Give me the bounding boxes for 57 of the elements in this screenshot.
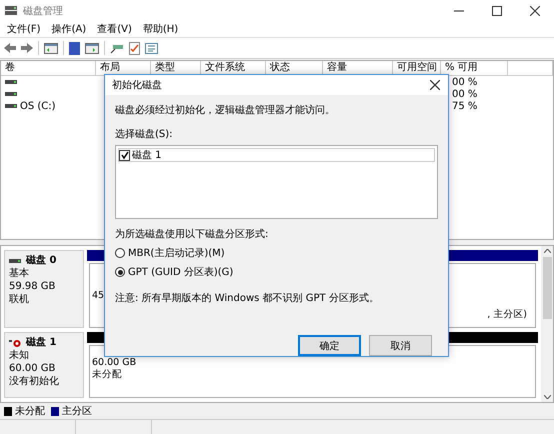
partition-text: 45 — [92, 290, 104, 302]
note-text: 注意: 所有早期版本的 Windows 都不识别 GPT 分区形式。 — [115, 292, 380, 305]
menu-item[interactable]: 帮助(H) — [142, 22, 178, 37]
radio-label[interactable]: GPT (GUID 分区表)(G) — [128, 265, 234, 279]
list-label: 选择磁盘(S): — [115, 128, 174, 141]
dialog-message: 磁盘必须经过初始化，逻辑磁盘管理器才能访问。 — [115, 104, 336, 117]
menu-item[interactable]: 查看(V) — [97, 22, 132, 37]
menu-item[interactable]: 文件(F) — [7, 22, 41, 37]
disk-info-panel[interactable]: 磁盘 1 未知 60.00 GB 没有初始化 — [4, 332, 84, 398]
radio-button[interactable] — [115, 248, 125, 258]
properties-icon[interactable] — [145, 42, 158, 54]
connect-icon[interactable] — [110, 42, 124, 54]
close-icon[interactable] — [530, 6, 540, 16]
console-tree-icon[interactable] — [44, 42, 58, 54]
disk-name: 磁盘 0 — [26, 255, 56, 267]
checklist-icon[interactable] — [129, 42, 140, 54]
column-header[interactable]: 卷 — [1, 61, 96, 75]
table-cell: 00 % — [452, 76, 478, 88]
drive-icon — [5, 91, 17, 97]
scroll-down-icon[interactable] — [544, 395, 550, 399]
partition-text: 未分配 — [92, 369, 122, 381]
app-icon — [4, 5, 18, 17]
partition-text: , 主分区) — [487, 309, 527, 321]
dialog-button[interactable]: 取消 — [369, 335, 432, 356]
list-item[interactable]: 磁盘 1 — [132, 148, 162, 162]
disk-status: 没有初始化 — [9, 376, 60, 388]
back-icon[interactable] — [4, 43, 16, 53]
table-cell: 00 % — [452, 88, 478, 100]
disk-status: 联机 — [9, 294, 30, 306]
drive-icon — [5, 79, 17, 85]
disk-size: 60.00 GB — [9, 363, 56, 375]
disk-size: 59.98 GB — [9, 281, 56, 293]
disk-name: 磁盘 1 — [26, 337, 56, 349]
scrollbar[interactable] — [541, 246, 553, 402]
forward-icon[interactable] — [21, 43, 33, 53]
legend-label: 未分配 — [15, 404, 45, 418]
legend-label: 主分区 — [62, 404, 92, 418]
partition-text: 60.00 GB — [92, 357, 136, 369]
window-title: 磁盘管理 — [23, 5, 63, 18]
radio-label[interactable]: MBR(主启动记录)(M) — [128, 246, 225, 260]
action-pane-icon[interactable] — [85, 42, 99, 54]
scroll-up-icon[interactable] — [544, 249, 550, 253]
disk-type: 基本 — [9, 268, 30, 280]
disk-info-panel[interactable]: 磁盘 0 基本 59.98 GB 联机 — [4, 250, 84, 328]
disk-type: 未知 — [9, 350, 30, 362]
dialog-title: 初始化磁盘 — [112, 78, 162, 92]
menu-item[interactable]: 操作(A) — [52, 22, 86, 37]
dialog-button[interactable]: 确定 — [298, 335, 361, 356]
drive-icon — [5, 103, 17, 109]
table-cell: 75 % — [452, 100, 478, 112]
close-icon[interactable] — [430, 80, 440, 90]
maximize-icon[interactable] — [492, 6, 502, 16]
disk-warning-icon — [9, 338, 21, 348]
section-label: 为所选磁盘使用以下磁盘分区形式: — [115, 228, 270, 241]
volume-name: OS (C:) — [20, 100, 56, 112]
checkbox[interactable] — [119, 150, 130, 160]
radio-button[interactable] — [115, 267, 125, 277]
